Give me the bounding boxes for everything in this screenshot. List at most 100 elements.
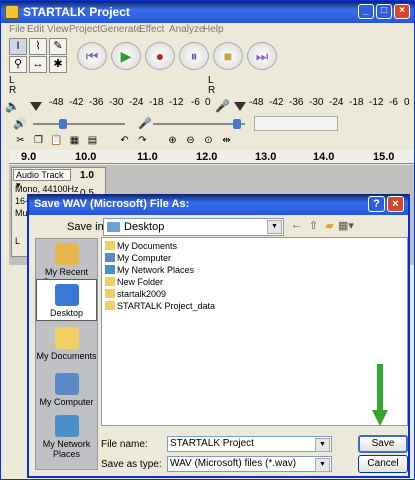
skip-end-icon: ⏭ bbox=[255, 48, 269, 64]
desktop-icon bbox=[54, 284, 79, 306]
cancel-button[interactable]: Cancel bbox=[358, 455, 408, 473]
list-item[interactable]: startalk2009 bbox=[105, 288, 166, 300]
save-as-type-select[interactable]: WAV (Microsoft) files (*.wav) ▼ bbox=[167, 456, 332, 472]
track-scale-top: 1.0 bbox=[80, 170, 94, 181]
menu-view[interactable]: View bbox=[47, 24, 69, 35]
redo-icon[interactable]: ↷ bbox=[135, 134, 150, 147]
zoom-in-icon[interactable]: ⊕ bbox=[165, 134, 180, 147]
save-in-value: Desktop bbox=[124, 221, 165, 233]
meter-right-label: R bbox=[9, 85, 17, 96]
place-my-documents[interactable]: My Documents bbox=[36, 327, 97, 361]
menu-effect[interactable]: Effect bbox=[139, 24, 164, 35]
list-item[interactable]: My Documents bbox=[105, 240, 177, 252]
place-label: My Network Places bbox=[42, 439, 91, 459]
edit-toolbar: ✂ ❐ 📋 ▦ ▤ ↶ ↷ ⊕ ⊖ ⊙ ⇹ bbox=[1, 133, 414, 149]
computer-icon bbox=[105, 253, 115, 262]
my-documents-icon bbox=[54, 327, 79, 349]
skip-start-button[interactable]: ⏮ bbox=[77, 42, 107, 70]
chevron-down-icon[interactable]: ▼ bbox=[315, 458, 330, 472]
zoom-out-icon[interactable]: ⊖ bbox=[183, 134, 198, 147]
undo-icon[interactable]: ↶ bbox=[117, 134, 132, 147]
paste-icon[interactable]: 📋 bbox=[49, 134, 64, 147]
skip-end-button[interactable]: ⏭ bbox=[247, 42, 277, 70]
place-network-places[interactable]: My Network Places bbox=[36, 415, 97, 459]
ruler-label: 14.0 bbox=[313, 151, 335, 163]
meter-tick: -6 bbox=[389, 97, 398, 108]
place-my-computer[interactable]: My Computer bbox=[36, 373, 97, 407]
output-volume-thumb[interactable] bbox=[59, 119, 67, 129]
fit-project-icon[interactable]: ⇹ bbox=[219, 134, 234, 147]
selection-tool[interactable]: I bbox=[9, 38, 27, 55]
place-label: My Documents bbox=[36, 351, 97, 361]
menu-project[interactable]: Project bbox=[69, 24, 100, 35]
record-button[interactable]: ● bbox=[145, 42, 175, 70]
maximize-button[interactable]: □ bbox=[376, 4, 392, 19]
folder-icon bbox=[105, 289, 115, 298]
menu-help[interactable]: Help bbox=[203, 24, 224, 35]
input-volume-slider[interactable] bbox=[153, 123, 245, 125]
track-name-button[interactable]: Audio Track ▾ bbox=[13, 169, 71, 190]
menu-file[interactable]: File bbox=[9, 24, 25, 35]
timeline-ruler[interactable]: 9.0 10.0 11.0 12.0 13.0 14.0 15.0 bbox=[9, 150, 414, 164]
draw-tool[interactable]: ✎ bbox=[49, 38, 67, 55]
folder-icon bbox=[105, 301, 115, 310]
trim-icon[interactable]: ▦ bbox=[67, 134, 82, 147]
chevron-down-icon[interactable]: ▼ bbox=[267, 220, 282, 234]
menu-generate[interactable]: Generate bbox=[100, 24, 142, 35]
fit-selection-icon[interactable]: ⊙ bbox=[201, 134, 216, 147]
place-desktop[interactable]: Desktop bbox=[36, 279, 97, 321]
silence-icon[interactable]: ▤ bbox=[85, 134, 100, 147]
chevron-down-icon[interactable]: ▼ bbox=[315, 438, 330, 452]
play-button[interactable]: ▶ bbox=[111, 42, 141, 70]
list-item[interactable]: My Network Places bbox=[105, 264, 194, 276]
menu-bar: File Edit View Project Generate Effect A… bbox=[1, 23, 414, 37]
up-folder-icon[interactable]: ⇧ bbox=[306, 219, 321, 234]
timeshift-tool[interactable]: ↔ bbox=[29, 56, 47, 73]
file-label: My Computer bbox=[117, 253, 172, 263]
ruler-label: 15.0 bbox=[373, 151, 395, 163]
save-button[interactable]: Save bbox=[358, 435, 408, 453]
playback-meter: L R L R bbox=[9, 75, 414, 96]
meter-tick: -48 bbox=[249, 97, 264, 108]
file-name-field[interactable]: STARTALK Project ▼ bbox=[167, 436, 332, 452]
views-menu-icon[interactable]: ▦▾ bbox=[338, 219, 354, 234]
zoom-tool[interactable]: ⚲ bbox=[9, 56, 27, 73]
pause-button[interactable]: ⏸ bbox=[179, 42, 209, 70]
envelope-tool[interactable]: ⌇ bbox=[29, 38, 47, 55]
multi-tool[interactable]: ✱ bbox=[49, 56, 67, 73]
pause-icon: ⏸ bbox=[190, 48, 198, 64]
record-meter-dropdown-icon[interactable] bbox=[234, 102, 246, 111]
green-arrow-icon bbox=[372, 364, 388, 426]
dialog-help-button[interactable]: ? bbox=[368, 196, 385, 212]
menu-analyze[interactable]: Analyze bbox=[169, 24, 205, 35]
list-item[interactable]: New Folder bbox=[105, 276, 163, 288]
close-button[interactable]: × bbox=[394, 4, 410, 19]
dialog-close-button[interactable]: × bbox=[387, 196, 404, 212]
back-icon[interactable]: ← bbox=[289, 219, 304, 234]
place-label: My Computer bbox=[39, 397, 94, 407]
copy-icon[interactable]: ❐ bbox=[31, 134, 46, 147]
output-volume-slider[interactable] bbox=[33, 123, 125, 125]
list-item[interactable]: STARTALK Project_data bbox=[105, 300, 215, 312]
meter-tick: -24 bbox=[329, 97, 344, 108]
meter-tick: -36 bbox=[289, 97, 304, 108]
menu-edit[interactable]: Edit bbox=[27, 24, 44, 35]
stop-button[interactable]: ■ bbox=[213, 42, 243, 70]
save-as-type-label: Save as type: bbox=[101, 459, 162, 470]
file-list[interactable]: My Documents My Computer My Network Plac… bbox=[101, 237, 408, 426]
minimize-button[interactable]: _ bbox=[358, 4, 374, 19]
meter-tick: 0 bbox=[205, 97, 211, 108]
meter-dropdown-icon[interactable] bbox=[30, 102, 42, 111]
save-in-dropdown[interactable]: Desktop ▼ bbox=[103, 218, 284, 236]
list-item[interactable]: My Computer bbox=[105, 252, 171, 264]
app-icon bbox=[5, 5, 19, 19]
input-source-select[interactable] bbox=[254, 116, 338, 131]
new-folder-icon[interactable]: ▰ bbox=[322, 219, 337, 234]
file-label: STARTALK Project_data bbox=[117, 301, 216, 311]
place-label: Desktop bbox=[49, 308, 84, 318]
input-volume-thumb[interactable] bbox=[233, 119, 241, 129]
cut-icon[interactable]: ✂ bbox=[13, 134, 28, 147]
microphone-icon: 🎤 bbox=[215, 99, 230, 113]
input-mic-icon: 🎤 bbox=[138, 118, 152, 130]
stop-icon: ■ bbox=[223, 48, 233, 64]
